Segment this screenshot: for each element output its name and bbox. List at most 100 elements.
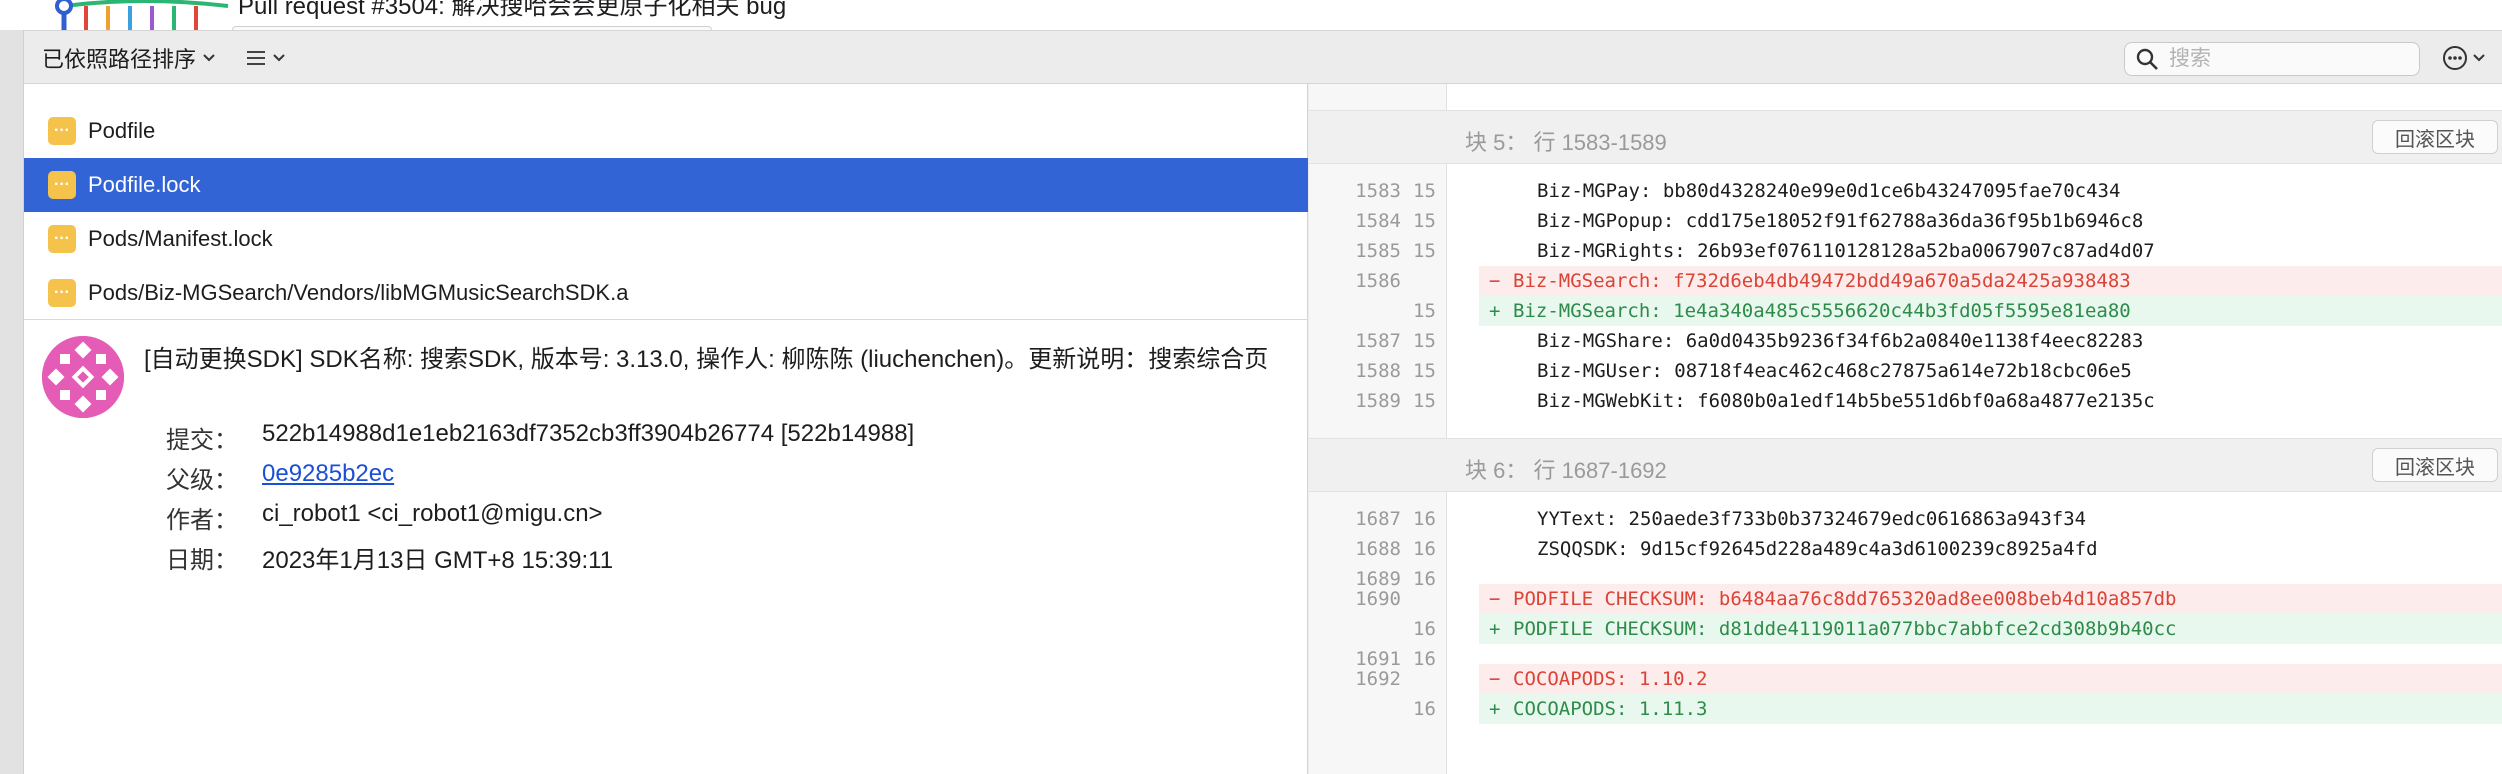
- line-code: COCOAPODS: 1.10.2: [1513, 668, 1708, 690]
- revert-hunk-button[interactable]: 回滚区块: [2372, 448, 2498, 482]
- hunk-title: 块 6： 行 1687-1692: [1465, 458, 1667, 483]
- author-value: ci_robot1 <ci_robot1@migu.cn>: [262, 500, 603, 527]
- new-line-number: 16: [1413, 698, 1436, 720]
- more-options-button[interactable]: [2442, 43, 2486, 73]
- sort-order-label: 已依照路径排序: [42, 47, 197, 72]
- modified-file-icon: ···: [48, 117, 76, 145]
- view-mode-button[interactable]: [246, 43, 286, 73]
- file-name: Pods/Manifest.lock: [88, 226, 273, 251]
- modified-file-icon: ···: [48, 171, 76, 199]
- old-line-number: 1588: [1355, 360, 1401, 382]
- context-line: 1687 16 YYText: 250aede3f733b0b37324679ed…: [1309, 504, 2502, 534]
- new-line-number: 16: [1413, 538, 1436, 560]
- hunk-header: 块 5： 行 1583-1589 回滚区块: [1309, 110, 2502, 164]
- list-icon: [247, 51, 265, 65]
- commit-subject-text: Pull request #3504: 解决搜哈会会更原子化相关 bug: [238, 0, 787, 20]
- new-line-number: 15: [1413, 360, 1436, 382]
- diff-prefix: −: [1489, 270, 1501, 292]
- added-line: 15 + Biz-MGSearch: 1e4a340a485c5556620c44b…: [1309, 296, 2502, 326]
- old-line-number: 1688: [1355, 538, 1401, 560]
- new-line-number: 15: [1413, 240, 1436, 262]
- modified-file-icon: ···: [48, 225, 76, 253]
- revert-hunk-button[interactable]: 回滚区块: [2372, 120, 2498, 154]
- removed-line: 1690 − PODFILE CHECKSUM: b6484aa76c8dd7653…: [1309, 584, 2502, 614]
- old-line-number: 1583: [1355, 180, 1401, 202]
- diff-prefix: +: [1489, 618, 1501, 640]
- diff-view[interactable]: 块 5： 行 1583-1589 回滚区块 1583 15 Biz-MGPay: bb…: [1309, 84, 2502, 774]
- context-line: 1688 16 ZSQQSDK: 9d15cf92645d228a489c4a3d…: [1309, 534, 2502, 564]
- commit-hash-row: 提交： 522b14988d1e1eb2163df7352cb3ff3904b2…: [166, 420, 914, 455]
- old-line-number: 1690: [1355, 588, 1401, 610]
- chevron-down-icon: [273, 54, 285, 62]
- search-icon: [2136, 48, 2158, 70]
- new-line-number: 15: [1413, 180, 1436, 202]
- old-line-number: 1586: [1355, 270, 1401, 292]
- parent-row: 父级： 0e9285b2ec: [166, 460, 394, 495]
- context-line: 1589 15 Biz-MGWebKit: f6080b0a1edf14b5be5…: [1309, 386, 2502, 416]
- old-line-number: 1585: [1355, 240, 1401, 262]
- hunk-title: 块 5： 行 1583-1589: [1465, 130, 1667, 155]
- file-name: Pods/Biz-MGSearch/Vendors/libMGMusicSear…: [88, 280, 629, 305]
- commit-graph-lines: [55, 0, 229, 30]
- hunk-header: 块 6： 行 1687-1692 回滚区块: [1309, 438, 2502, 492]
- line-code: PODFILE CHECKSUM: d81dde4119011a077bbc7a…: [1513, 618, 2177, 640]
- parent-commit-link[interactable]: 0e9285b2ec: [262, 460, 394, 495]
- date-value: 2023年1月13日 GMT+8 15:39:11: [262, 547, 614, 574]
- file-name: Podfile.lock: [88, 172, 201, 197]
- diff-prefix: [1489, 326, 1509, 356]
- diff-prefix: [1489, 356, 1509, 386]
- search-field[interactable]: [2124, 42, 2420, 76]
- context-line: 1585 15 Biz-MGRights: 26b93ef076110128128…: [1309, 236, 2502, 266]
- context-line: 1587 15 Biz-MGShare: 6a0d0435b9236f34f6b2…: [1309, 326, 2502, 356]
- old-line-number: 1687: [1355, 508, 1401, 530]
- diff-prefix: [1489, 206, 1509, 236]
- old-line-number: 1584: [1355, 210, 1401, 232]
- file-row-podfile-lock[interactable]: ··· Podfile.lock: [24, 158, 1308, 212]
- file-name: Podfile: [88, 118, 156, 143]
- diff-prefix: [1489, 534, 1509, 564]
- avatar: [42, 336, 124, 418]
- new-line-number: 15: [1413, 390, 1436, 412]
- search-input[interactable]: [2169, 47, 2389, 71]
- chevron-down-icon: [203, 54, 215, 62]
- parent-label: 父级：: [166, 467, 238, 494]
- file-row-search-sdk[interactable]: ··· Pods/Biz-MGSearch/Vendors/libMGMusic…: [24, 266, 1308, 320]
- diff-prefix: [1489, 176, 1509, 206]
- left-pane: ··· Podfile ··· Podfile.lock ··· Pods/Ma…: [24, 84, 1308, 774]
- changed-files-list: ··· Podfile ··· Podfile.lock ··· Pods/Ma…: [24, 84, 1308, 320]
- context-line: 1588 15 Biz-MGUser: 08718f4eac462c468c278…: [1309, 356, 2502, 386]
- new-line-number: 16: [1413, 618, 1436, 640]
- line-code: Biz-MGSearch: 1e4a340a485c5556620c44b3fd…: [1513, 300, 2131, 322]
- window-left-edge: [0, 30, 24, 774]
- line-code: Biz-MGSearch: f732d6eb4db49472bdd49a670a…: [1513, 270, 2131, 292]
- removed-line: 1586 − Biz-MGSearch: f732d6eb4db49472bdd49…: [1309, 266, 2502, 296]
- diff-prefix: −: [1489, 588, 1501, 610]
- line-code: ZSQQSDK: 9d15cf92645d228a489c4a3d6100239…: [1537, 538, 2098, 560]
- file-row-podfile[interactable]: ··· Podfile: [24, 104, 1308, 158]
- identicon-avatar-icon: [42, 336, 124, 418]
- diff-prefix: [1489, 386, 1509, 416]
- old-line-number: 1692: [1355, 668, 1401, 690]
- diff-prefix: +: [1489, 698, 1501, 720]
- commit-details: [自动更换SDK] SDK名称: 搜索SDK, 版本号: 3.13.0, 操作人…: [24, 320, 1308, 774]
- new-line-number: 15: [1413, 330, 1436, 352]
- new-line-number: 15: [1413, 300, 1436, 322]
- new-line-number: 15: [1413, 210, 1436, 232]
- diff-prefix: [1489, 236, 1509, 266]
- sort-order-button[interactable]: 已依照路径排序: [42, 43, 216, 73]
- added-line: 16 + PODFILE CHECKSUM: d81dde4119011a077bb…: [1309, 614, 2502, 644]
- ellipsis-circle-icon: [2443, 46, 2467, 70]
- new-line-number: 16: [1413, 508, 1436, 530]
- line-code: Biz-MGShare: 6a0d0435b9236f34f6b2a0840e1…: [1537, 330, 2144, 352]
- old-line-number: 1587: [1355, 330, 1401, 352]
- removed-line: 1692 − COCOAPODS: 1.10.2: [1309, 664, 2502, 694]
- file-row-manifest-lock[interactable]: ··· Pods/Manifest.lock: [24, 212, 1308, 266]
- date-row: 日期： 2023年1月13日 GMT+8 15:39:11: [166, 540, 613, 575]
- added-line: 16 + COCOAPODS: 1.11.3: [1309, 694, 2502, 724]
- context-line: 1584 15 Biz-MGPopup: cdd175e18052f91f6278…: [1309, 206, 2502, 236]
- commit-graph-strip: Pull request #3504: 解决搜哈会会更原子化相关 bug: [0, 0, 2502, 30]
- line-code: Biz-MGRights: 26b93ef076110128128a52ba00…: [1537, 240, 2155, 262]
- chevron-down-icon: [2473, 54, 2485, 62]
- modified-file-icon: ···: [48, 279, 76, 307]
- date-label: 日期：: [166, 547, 238, 574]
